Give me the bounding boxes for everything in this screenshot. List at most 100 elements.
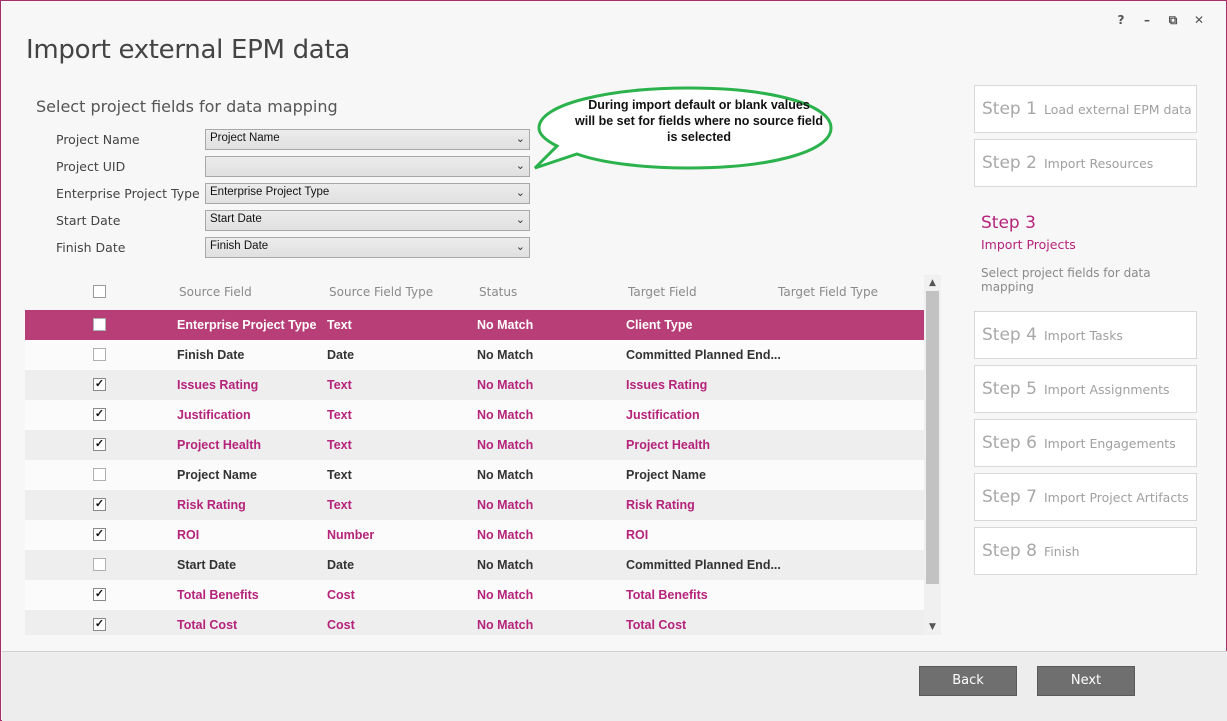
cell-status: No Match	[477, 618, 534, 632]
cell-source-field-type: Text	[327, 438, 352, 452]
cell-target-field: Justification	[626, 408, 700, 422]
cell-source-field: Issues Rating	[177, 378, 259, 392]
field-label: Project UID	[56, 159, 126, 174]
field-row-project-uid: Project UID ⌄	[56, 156, 530, 177]
restore-icon[interactable]: ⧉	[1160, 13, 1186, 28]
cell-source-field: Total Benefits	[177, 588, 259, 602]
step-8[interactable]: Step 8 Finish	[974, 527, 1197, 575]
chevron-down-icon: ⌄	[515, 187, 525, 199]
table-row[interactable]: ✓ ROI Number No Match ROI	[25, 520, 924, 550]
column-header-status[interactable]: Status	[479, 285, 517, 299]
minimize-icon[interactable]: –	[1134, 13, 1160, 28]
step-2[interactable]: Step 2 Import Resources	[974, 139, 1197, 187]
next-button[interactable]: Next	[1037, 666, 1135, 696]
step-3-active: Step 3 Import Projects Select project fi…	[981, 213, 1201, 294]
close-icon[interactable]: ✕	[1186, 13, 1212, 28]
step-number: Step 7	[982, 487, 1037, 507]
finish-date-select[interactable]: Finish Date ⌄	[205, 237, 530, 258]
back-button[interactable]: Back	[919, 666, 1017, 696]
cell-status: No Match	[477, 378, 534, 392]
mapping-heading: Select project fields for data mapping	[36, 97, 338, 116]
step-label: Import Resources	[1044, 155, 1154, 171]
cell-source-field: Start Date	[177, 558, 237, 572]
row-checkbox[interactable]	[93, 468, 106, 481]
cell-source-field: Risk Rating	[177, 498, 246, 512]
table-row[interactable]: Finish Date Date No Match Committed Planned…	[25, 340, 924, 370]
table-row[interactable]: ✓ Issues Rating Text No Match Issues Rating	[25, 370, 924, 400]
cell-target-field: Project Health	[626, 438, 711, 452]
row-checkbox[interactable]	[93, 558, 106, 571]
field-row-start-date: Start Date Start Date ⌄	[56, 210, 530, 231]
table-row[interactable]: ✓ Project Health Text No Match Project Healt…	[25, 430, 924, 460]
table-header: Source Field Source Field Type Status Ta…	[25, 275, 924, 310]
project-uid-select[interactable]: ⌄	[205, 156, 530, 177]
row-checkbox[interactable]: ✓	[93, 438, 106, 451]
table-scrollbar[interactable]: ▲ ▼	[924, 275, 941, 635]
scroll-up-icon[interactable]: ▲	[924, 275, 941, 291]
select-all-checkbox[interactable]	[93, 285, 106, 298]
column-header-source-field-type[interactable]: Source Field Type	[329, 285, 433, 299]
select-value: Enterprise Project Type	[210, 186, 330, 198]
chevron-down-icon: ⌄	[515, 214, 525, 226]
cell-source-field-type: Text	[327, 378, 352, 392]
scroll-down-icon[interactable]: ▼	[924, 619, 941, 635]
import-epm-window: ? – ⧉ ✕ Import external EPM data Select …	[0, 0, 1227, 721]
scroll-thumb[interactable]	[926, 291, 939, 584]
step-4[interactable]: Step 4 Import Tasks	[974, 311, 1197, 359]
cell-status: No Match	[477, 588, 534, 602]
field-row-project-name: Project Name Project Name ⌄	[56, 129, 530, 150]
table-body: Enterprise Project Type Text No Match Clien…	[25, 310, 924, 635]
step-label: Import Engagements	[1044, 435, 1176, 451]
step-number: Step 1	[982, 99, 1037, 119]
step-label: Import Project Artifacts	[1044, 489, 1189, 505]
cell-source-field-type: Cost	[327, 588, 355, 602]
start-date-select[interactable]: Start Date ⌄	[205, 210, 530, 231]
step-5[interactable]: Step 5 Import Assignments	[974, 365, 1197, 413]
row-checkbox[interactable]: ✓	[93, 408, 106, 421]
column-header-target-field-type[interactable]: Target Field Type	[778, 285, 878, 299]
select-value: Start Date	[210, 213, 262, 225]
row-checkbox[interactable]: ✓	[93, 618, 106, 631]
cell-source-field-type: Text	[327, 408, 352, 422]
cell-source-field-type: Text	[327, 468, 352, 482]
cell-source-field: Justification	[177, 408, 251, 422]
field-label: Enterprise Project Type	[56, 186, 200, 201]
row-checkbox[interactable]: ✓	[93, 378, 106, 391]
step-7[interactable]: Step 7 Import Project Artifacts	[974, 473, 1197, 521]
table-row[interactable]: Start Date Date No Match Committed Planned …	[25, 550, 924, 580]
column-header-target-field[interactable]: Target Field	[628, 285, 697, 299]
table-row[interactable]: ✓ Total Benefits Cost No Match Total Benefit…	[25, 580, 924, 610]
cell-target-field: Committed Planned End...	[626, 348, 781, 362]
cell-source-field-type: Text	[327, 318, 352, 332]
table-row[interactable]: ✓ Risk Rating Text No Match Risk Rating	[25, 490, 924, 520]
cell-status: No Match	[477, 528, 534, 542]
table-row[interactable]: Project Name Text No Match Project Name	[25, 460, 924, 490]
step-label: Import Projects	[981, 237, 1076, 252]
row-checkbox[interactable]: ✓	[93, 528, 106, 541]
cell-source-field: ROI	[177, 528, 200, 542]
row-checkbox[interactable]	[93, 348, 106, 361]
callout-line: During import default or blank values	[588, 98, 810, 112]
column-header-source-field[interactable]: Source Field	[179, 285, 252, 299]
page-title: Import external EPM data	[26, 35, 350, 65]
cell-target-field: ROI	[626, 528, 649, 542]
select-value: Finish Date	[210, 240, 269, 252]
field-row-enterprise-project-type: Enterprise Project Type Enterprise Proje…	[56, 183, 530, 204]
table-row[interactable]: ✓ Justification Text No Match Justification	[25, 400, 924, 430]
cell-target-field: Project Name	[626, 468, 706, 482]
table-row[interactable]: ✓ Total Cost Cost No Match Total Cost	[25, 610, 924, 635]
row-checkbox[interactable]	[93, 318, 106, 331]
callout-line: will be set for fields where no source f…	[575, 114, 823, 128]
table-row[interactable]: Enterprise Project Type Text No Match Clien…	[25, 310, 924, 340]
project-name-select[interactable]: Project Name ⌄	[205, 129, 530, 150]
row-checkbox[interactable]: ✓	[93, 588, 106, 601]
step-label: Import Assignments	[1044, 381, 1170, 397]
step-1[interactable]: Step 1 Load external EPM data	[974, 85, 1197, 133]
step-6[interactable]: Step 6 Import Engagements	[974, 419, 1197, 467]
row-checkbox[interactable]: ✓	[93, 498, 106, 511]
chevron-down-icon: ⌄	[515, 241, 525, 253]
cell-status: No Match	[477, 558, 534, 572]
help-icon[interactable]: ?	[1108, 13, 1134, 28]
enterprise-project-type-select[interactable]: Enterprise Project Type ⌄	[205, 183, 530, 204]
cell-source-field: Finish Date	[177, 348, 245, 362]
